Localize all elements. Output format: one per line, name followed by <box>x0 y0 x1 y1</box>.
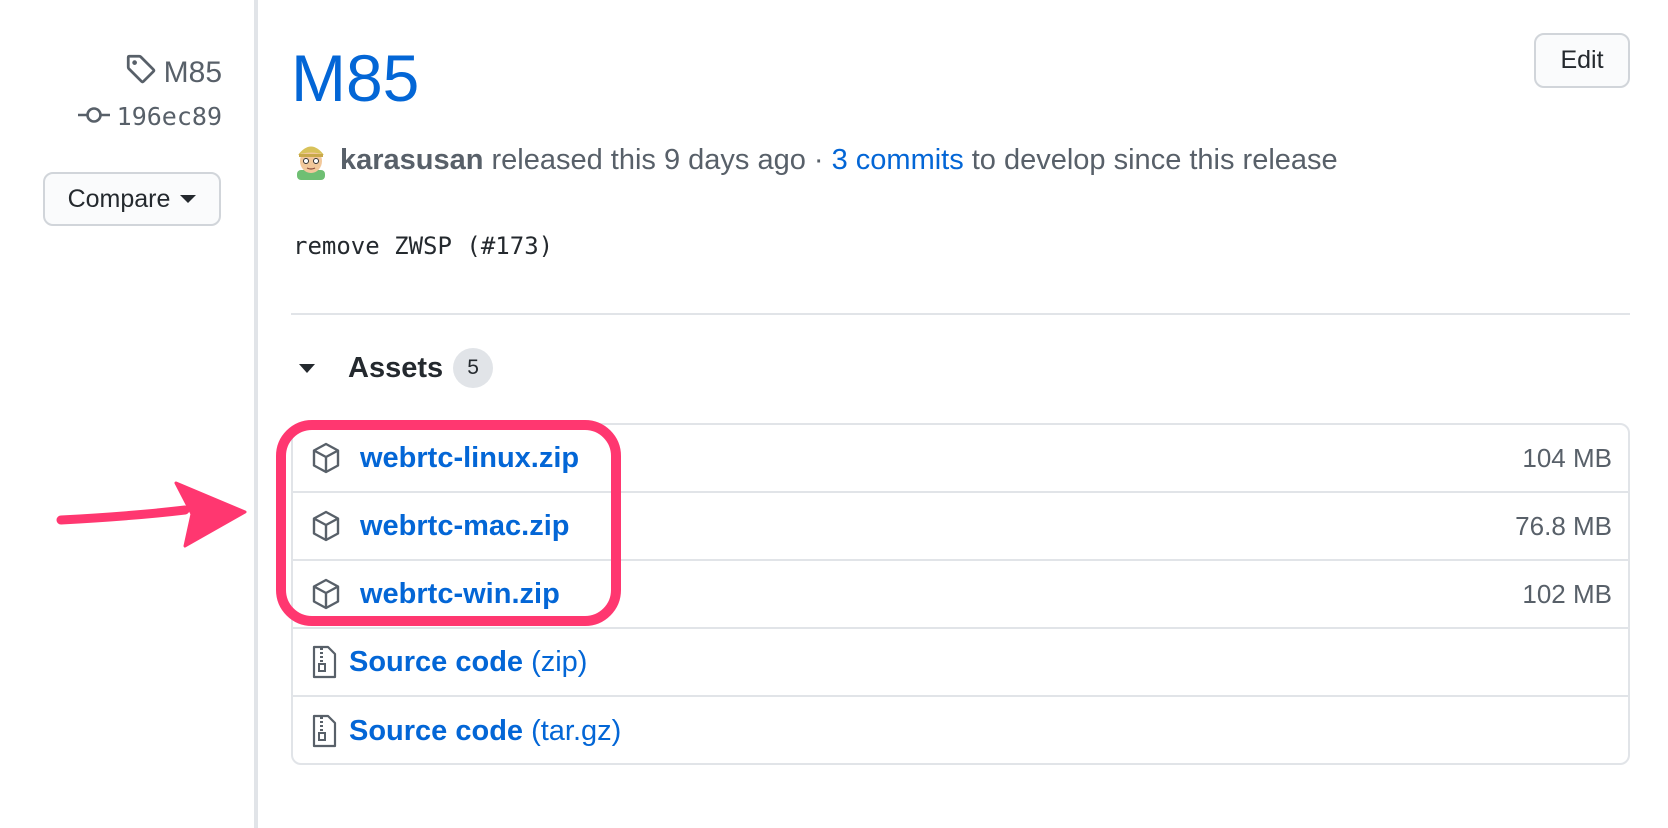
edit-label: Edit <box>1560 46 1604 74</box>
release-notes: remove ZWSP (#173) <box>293 232 554 260</box>
commits-link[interactable]: 3 commits <box>832 144 964 177</box>
assets-heading: Assets <box>348 351 444 384</box>
release-meta: karasusan released this 9 days ago · 3 c… <box>293 140 1338 180</box>
arrow-right-icon <box>55 478 250 553</box>
release-title[interactable]: M85 <box>291 42 419 115</box>
assets-toggle[interactable]: Assets 5 <box>299 348 494 388</box>
compare-button[interactable]: Compare <box>43 172 221 226</box>
release-tag[interactable]: M85 <box>124 52 222 94</box>
source-link[interactable]: Source code <box>349 715 523 748</box>
released-text: released this 9 days ago · <box>491 143 824 176</box>
git-commit-icon <box>77 102 111 131</box>
chevron-down-icon <box>180 195 197 203</box>
source-row[interactable]: Source code (zip) <box>293 629 1628 697</box>
asset-link[interactable]: webrtc-linux.zip <box>360 442 579 475</box>
asset-link[interactable]: webrtc-win.zip <box>360 578 560 611</box>
source-format[interactable]: (tar.gz) <box>531 715 621 748</box>
asset-link[interactable]: webrtc-mac.zip <box>360 510 570 543</box>
asset-size: 76.8 MB <box>1515 510 1612 541</box>
edit-button[interactable]: Edit <box>1534 33 1630 88</box>
release-commit[interactable]: 196ec89 <box>77 102 222 131</box>
asset-size: 102 MB <box>1522 578 1612 609</box>
assets-count-badge: 5 <box>453 348 494 388</box>
source-link[interactable]: Source code <box>349 646 523 679</box>
avatar[interactable] <box>293 140 329 180</box>
commits-suffix: to develop since this release <box>971 143 1338 176</box>
timeline-divider <box>254 0 258 828</box>
asset-row[interactable]: webrtc-linux.zip 104 MB <box>293 425 1628 493</box>
asset-row[interactable]: webrtc-mac.zip 76.8 MB <box>293 493 1628 561</box>
commit-sha: 196ec89 <box>116 102 222 131</box>
compare-label: Compare <box>67 184 171 213</box>
source-row[interactable]: Source code (tar.gz) <box>293 697 1628 763</box>
tag-icon <box>124 52 158 94</box>
section-divider <box>291 313 1630 315</box>
file-zip-icon <box>310 645 338 679</box>
package-icon <box>310 577 342 611</box>
author-link[interactable]: karasusan <box>340 144 484 177</box>
file-zip-icon <box>310 714 338 748</box>
asset-size: 104 MB <box>1522 442 1612 473</box>
package-icon <box>310 441 342 475</box>
triangle-down-icon <box>299 363 315 373</box>
source-format[interactable]: (zip) <box>531 646 587 679</box>
package-icon <box>310 509 342 543</box>
tag-label: M85 <box>163 56 222 89</box>
asset-row[interactable]: webrtc-win.zip 102 MB <box>293 561 1628 629</box>
assets-list: webrtc-linux.zip 104 MB webrtc-mac.zip 7… <box>291 423 1630 765</box>
